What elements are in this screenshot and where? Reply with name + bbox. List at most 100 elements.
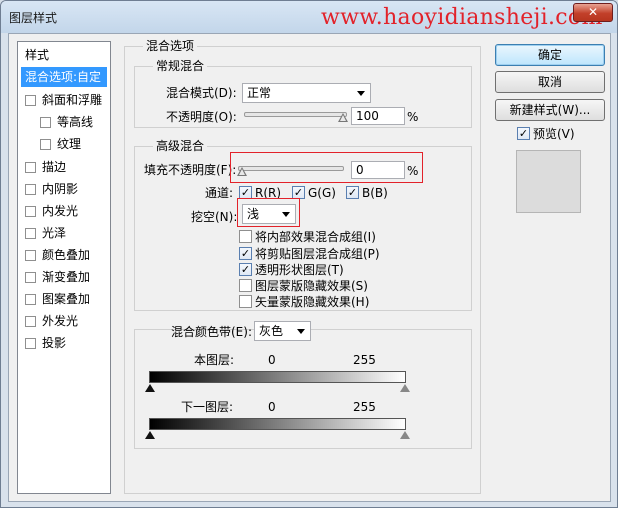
layer-mask-hides-label: 图层蒙版隐藏效果(S) <box>255 279 368 293</box>
opacity-unit: % <box>407 110 419 124</box>
blend-interior-effects-checkbox[interactable] <box>239 230 252 243</box>
blend-clipped-layers-checkbox[interactable]: ✓ <box>239 247 252 260</box>
cancel-button-label: 取消 <box>537 75 562 89</box>
underlying-layer-white-stop[interactable] <box>400 431 410 439</box>
this-layer-max: 255 <box>353 353 376 367</box>
style-item-bevel-emboss[interactable]: 斜面和浮雕 <box>21 90 107 110</box>
ok-button-label: 确定 <box>537 48 562 62</box>
blend-mode-label: 混合模式(D): <box>166 86 237 100</box>
general-blending-title: 常规混合 <box>153 59 208 73</box>
blend-if-group <box>134 329 472 449</box>
underlying-layer-max: 255 <box>353 400 376 414</box>
style-item-satin[interactable]: 光泽 <box>21 223 107 243</box>
opacity-slider-thumb[interactable] <box>338 113 348 122</box>
checkmark-icon: ✓ <box>240 263 251 276</box>
new-style-button[interactable]: 新建样式(W)... <box>495 99 605 121</box>
checkmark-icon: ✓ <box>518 127 529 140</box>
vector-mask-hides-label: 矢量蒙版隐藏效果(H) <box>255 295 370 309</box>
style-item-label: 光泽 <box>42 226 67 240</box>
channel-g-label: G(G) <box>308 186 336 200</box>
this-layer-label: 本图层: <box>194 353 235 367</box>
title-bar[interactable]: 图层样式 www.haoyidiansheji.com ✕ <box>1 1 617 33</box>
preview-checkbox[interactable]: ✓ <box>517 127 530 140</box>
channels-label: 通道: <box>205 186 234 200</box>
layer-style-dialog: 图层样式 www.haoyidiansheji.com ✕ 样式 混合选项:自定… <box>0 0 618 508</box>
underlying-layer-gradient <box>149 418 406 430</box>
window-title: 图层样式 <box>9 11 58 25</box>
preview-label: 预览(V) <box>533 127 575 141</box>
channel-b-checkbox[interactable]: ✓ <box>346 186 359 199</box>
style-item-checkbox[interactable] <box>25 272 36 283</box>
style-item-gradient-overlay[interactable]: 渐变叠加 <box>21 267 107 287</box>
style-item-pattern-overlay[interactable]: 图案叠加 <box>21 289 107 309</box>
watermark-url: www.haoyidiansheji.com <box>321 5 603 30</box>
style-item-label: 渐变叠加 <box>42 270 91 284</box>
style-item-checkbox[interactable] <box>40 139 51 150</box>
checkmark-icon: ✓ <box>347 186 358 199</box>
blend-if-value: 灰色 <box>259 324 284 338</box>
blend-if-select[interactable]: 灰色 <box>254 321 311 341</box>
advanced-blending-title: 高级混合 <box>153 139 208 153</box>
style-item-checkbox[interactable] <box>25 228 36 239</box>
style-item-inner-glow[interactable]: 内发光 <box>21 201 107 221</box>
style-item-outer-glow[interactable]: 外发光 <box>21 311 107 331</box>
underlying-layer-label: 下一图层: <box>181 400 234 414</box>
opacity-input[interactable]: 100 <box>351 107 405 125</box>
this-layer-white-stop[interactable] <box>400 384 410 392</box>
style-item-drop-shadow[interactable]: 投影 <box>21 333 107 353</box>
ok-button[interactable]: 确定 <box>495 44 605 66</box>
style-item-stroke[interactable]: 描边 <box>21 157 107 177</box>
transparency-shapes-label: 透明形状图层(T) <box>255 263 344 277</box>
underlying-layer-min: 0 <box>268 400 276 414</box>
style-item-checkbox[interactable] <box>25 338 36 349</box>
fill-opacity-input[interactable]: 0 <box>351 161 405 179</box>
style-item-label: 斜面和浮雕 <box>42 93 103 107</box>
style-item-label: 纹理 <box>57 137 82 151</box>
style-item-contour[interactable]: 等高线 <box>21 112 107 132</box>
style-item-inner-shadow[interactable]: 内阴影 <box>21 179 107 199</box>
style-item-checkbox[interactable] <box>25 316 36 327</box>
transparency-shapes-checkbox[interactable]: ✓ <box>239 263 252 276</box>
style-item-checkbox[interactable] <box>25 206 36 217</box>
blend-mode-select[interactable]: 正常 <box>242 83 371 103</box>
knockout-select[interactable]: 浅 <box>242 204 296 224</box>
style-item-label: 内发光 <box>42 204 79 218</box>
knockout-value: 浅 <box>247 207 260 221</box>
style-item-checkbox[interactable] <box>25 294 36 305</box>
style-item-label: 颜色叠加 <box>42 248 91 262</box>
opacity-label: 不透明度(O): <box>166 110 237 124</box>
chevron-down-icon <box>297 329 305 334</box>
style-list: 样式 混合选项:自定 斜面和浮雕 等高线 纹理 描边 内阴影 内发光 光泽 颜色… <box>17 41 111 494</box>
style-item-checkbox[interactable] <box>25 250 36 261</box>
style-item-label: 描边 <box>42 160 67 174</box>
style-item-color-overlay[interactable]: 颜色叠加 <box>21 245 107 265</box>
blend-clipped-layers-label: 将剪贴图层混合成组(P) <box>255 247 380 261</box>
chevron-down-icon <box>357 91 365 96</box>
style-item-label: 图案叠加 <box>42 292 91 306</box>
fill-opacity-slider-track[interactable] <box>238 166 344 171</box>
style-item-label: 投影 <box>42 336 67 350</box>
layer-mask-hides-checkbox[interactable] <box>239 279 252 292</box>
fill-opacity-unit: % <box>407 164 419 178</box>
style-item-checkbox[interactable] <box>25 162 36 173</box>
blend-interior-effects-label: 将内部效果混合成组(I) <box>255 230 376 244</box>
this-layer-black-stop[interactable] <box>145 384 155 392</box>
opacity-slider-track[interactable] <box>244 112 347 117</box>
style-item-label: 混合选项:自定 <box>25 70 102 84</box>
opacity-value: 100 <box>356 109 379 123</box>
style-item-label: 内阴影 <box>42 182 79 196</box>
style-item-blending-options[interactable]: 混合选项:自定 <box>21 67 107 87</box>
this-layer-gradient <box>149 371 406 383</box>
fill-opacity-label: 填充不透明度(F): <box>144 163 237 177</box>
style-item-texture[interactable]: 纹理 <box>21 134 107 154</box>
close-button[interactable]: ✕ <box>573 3 613 22</box>
cancel-button[interactable]: 取消 <box>495 71 605 93</box>
vector-mask-hides-checkbox[interactable] <box>239 295 252 308</box>
underlying-layer-black-stop[interactable] <box>145 431 155 439</box>
style-item-checkbox[interactable] <box>25 184 36 195</box>
fill-opacity-slider-thumb[interactable] <box>237 167 247 176</box>
style-item-checkbox[interactable] <box>25 95 36 106</box>
style-list-header[interactable]: 样式 <box>25 46 49 63</box>
blend-if-label: 混合颜色带(E): <box>171 325 252 339</box>
style-item-checkbox[interactable] <box>40 117 51 128</box>
